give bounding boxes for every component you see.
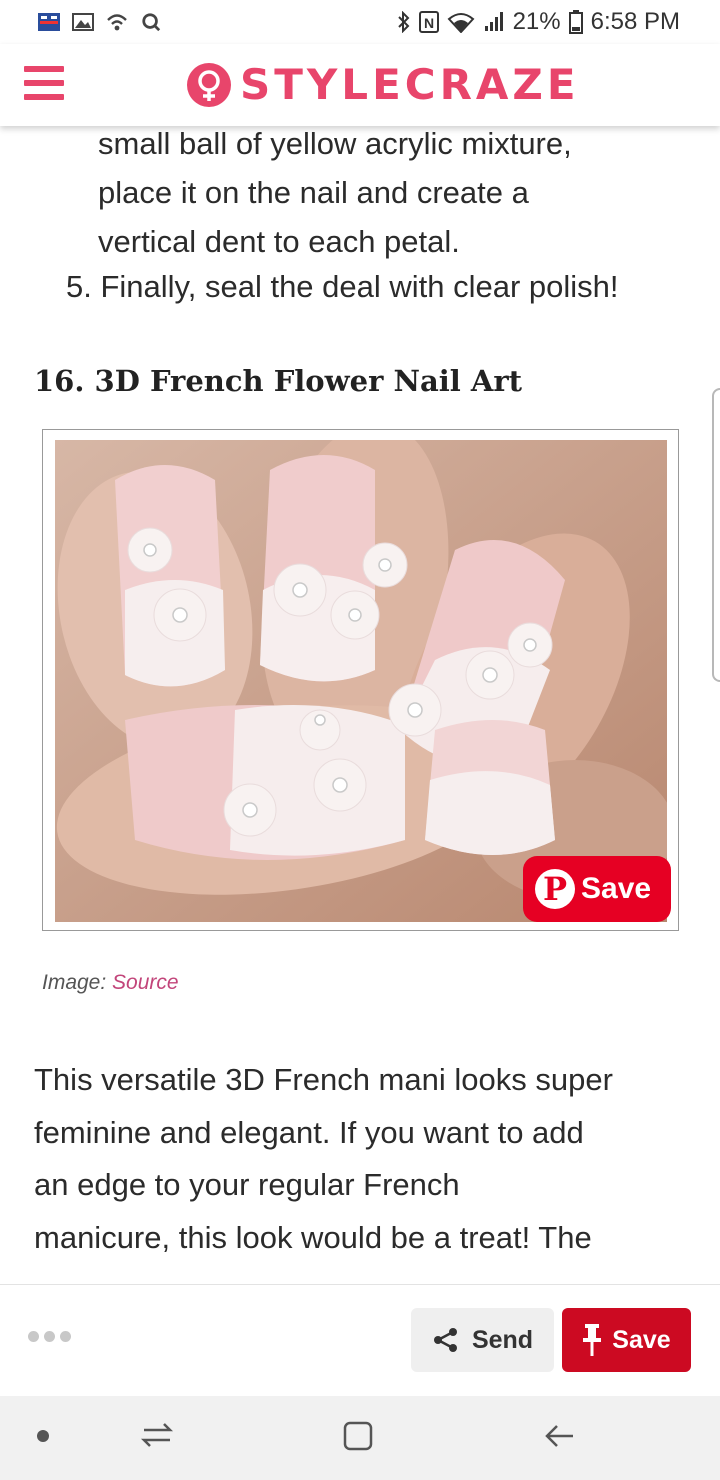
step-4-line: small ball of yellow acrylic mixture, — [98, 126, 572, 161]
signal-icon — [484, 12, 503, 31]
battery-icon — [568, 10, 583, 34]
wifi-call-icon — [107, 14, 127, 31]
stylecraze-logo-icon — [187, 62, 231, 107]
nail-art-photo[interactable] — [55, 440, 667, 922]
site-header: STYLECRAZE — [0, 44, 720, 126]
nfc-icon: N — [418, 11, 439, 33]
menu-bar-icon — [24, 66, 64, 72]
save-button[interactable]: Save — [562, 1308, 691, 1372]
step-5: 5. Finally, seal the deal with clear pol… — [66, 269, 619, 304]
nail-art-figure: P Save — [42, 429, 679, 931]
status-left-icons — [38, 12, 162, 32]
back-icon[interactable] — [543, 1420, 575, 1452]
bluetooth-icon — [397, 11, 409, 33]
save-label: Save — [612, 1325, 671, 1354]
caption-prefix: Image: — [42, 971, 113, 994]
step-4-line: vertical dent to each petal. — [98, 224, 460, 259]
step-4-line: place it on the nail and create a — [98, 175, 529, 210]
status-right-icons: N 21% 6:58 PM — [397, 8, 680, 36]
body-line: feminine and elegant. If you want to add — [34, 1114, 584, 1150]
system-nav-bar — [0, 1396, 720, 1480]
send-button[interactable]: Send — [411, 1308, 554, 1372]
svg-text:N: N — [424, 15, 434, 31]
notification-app-icon — [38, 13, 60, 31]
status-bar: N 21% 6:58 PM — [0, 0, 720, 44]
image-caption: Image: Source — [42, 971, 179, 995]
search-app-icon — [142, 13, 161, 32]
nav-dot-icon[interactable] — [37, 1430, 49, 1442]
brand-logo-link[interactable]: STYLECRAZE — [186, 60, 580, 109]
gallery-icon — [72, 13, 94, 31]
caption-source-link[interactable]: Source — [112, 971, 179, 994]
article-content: small ball of yellow acrylic mixture, pl… — [0, 126, 720, 1286]
send-label: Send — [471, 1325, 534, 1354]
pinterest-icon: P — [535, 869, 575, 909]
battery-percent: 21% — [512, 8, 561, 35]
menu-bar-icon — [24, 80, 64, 86]
more-options-icon[interactable] — [28, 1331, 71, 1342]
wifi-icon — [447, 13, 475, 33]
pin-icon — [583, 1324, 602, 1356]
edge-panel-handle[interactable] — [712, 388, 720, 682]
pinterest-save-button[interactable]: P Save — [523, 856, 671, 922]
brand-name: STYLECRAZE — [240, 60, 580, 109]
recent-apps-icon[interactable] — [140, 1418, 174, 1452]
home-icon[interactable] — [342, 1420, 374, 1452]
body-line: This versatile 3D French mani looks supe… — [34, 1062, 613, 1097]
menu-bar-icon — [24, 94, 64, 100]
clock: 6:58 PM — [590, 8, 680, 35]
body-line: an edge to your regular French — [34, 1167, 460, 1202]
pinterest-save-label: Save — [581, 872, 652, 905]
menu-button[interactable] — [24, 66, 64, 100]
share-bar: Send Save — [0, 1284, 720, 1396]
body-paragraph: This versatile 3D French mani looks supe… — [34, 1054, 694, 1264]
share-icon — [433, 1328, 457, 1352]
section-title: 16. 3D French Flower Nail Art — [34, 364, 523, 398]
body-line: manicure, this look would be a treat! Th… — [34, 1219, 592, 1255]
